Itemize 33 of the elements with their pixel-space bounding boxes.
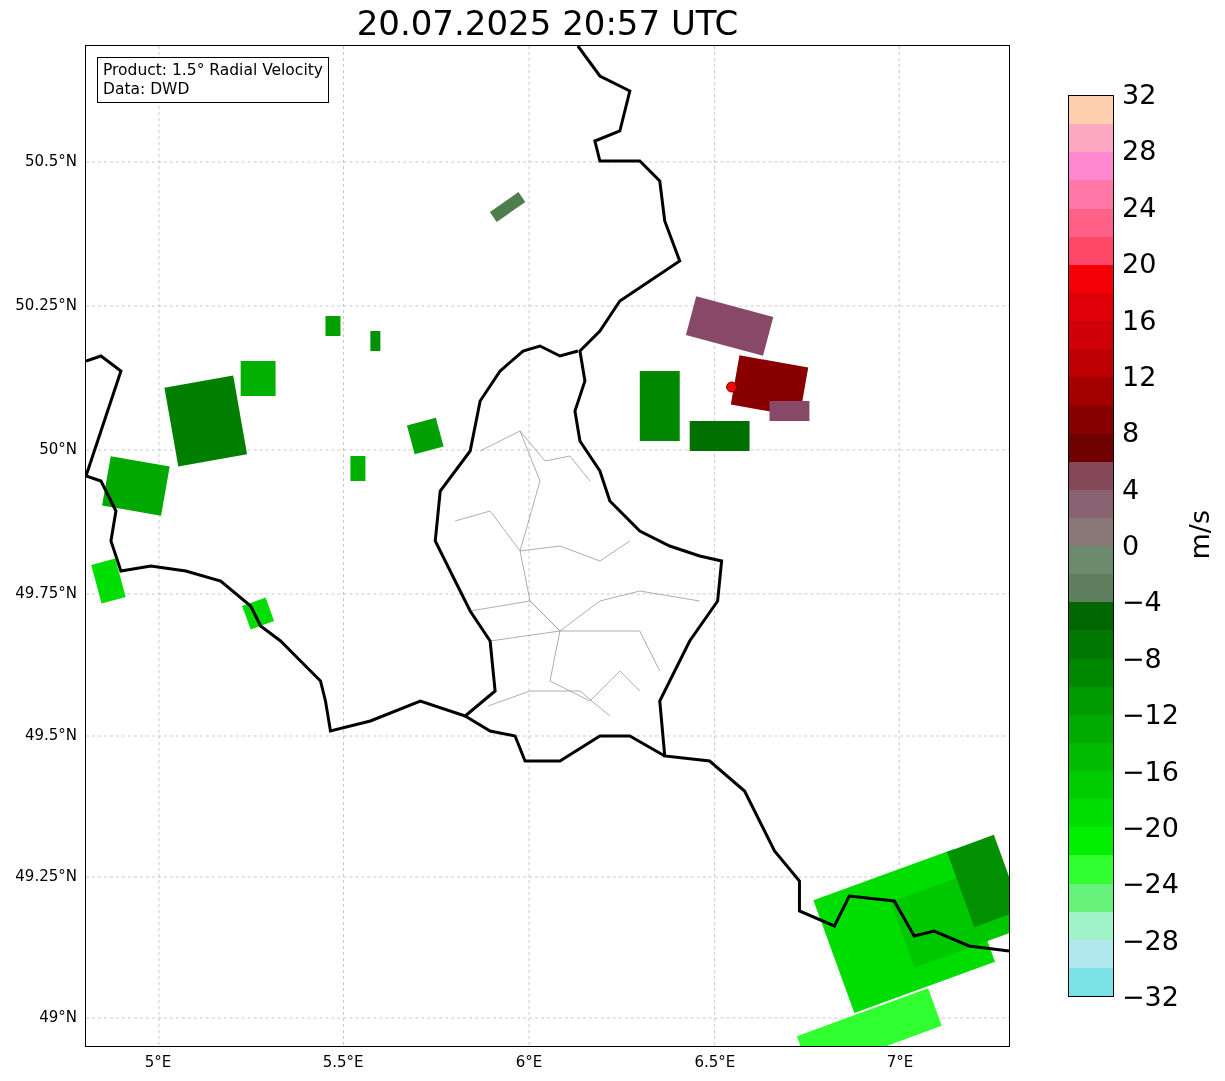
scale-label: −4 [1122, 587, 1162, 618]
scale-label: 16 [1122, 305, 1157, 336]
scale-label: −24 [1122, 869, 1179, 900]
scale-label: −12 [1122, 700, 1179, 731]
latitude-label: 49.5°N [24, 726, 77, 744]
scale-label: 0 [1122, 531, 1140, 561]
chart-title: 20.07.2025 20:57 UTC [356, 2, 739, 43]
scale-label: 12 [1122, 361, 1157, 392]
longitude-label: 6°E [515, 1053, 543, 1071]
latitude-label: 49.75°N [15, 584, 77, 602]
longitude-label: 6.5°E [694, 1053, 736, 1071]
scale-label: 24 [1122, 192, 1157, 223]
scale-label: 32 [1122, 80, 1157, 110]
latitude-label: 50.25°N [15, 296, 77, 314]
scale-label: 4 [1122, 474, 1140, 505]
latitude-label: 49.25°N [15, 867, 77, 885]
scale-label: −8 [1122, 643, 1162, 674]
scale-label: −16 [1122, 756, 1179, 787]
latitude-label: 50°N [39, 440, 77, 458]
latitude-label: 49°N [39, 1008, 77, 1026]
info-text: Data: DWD [103, 80, 191, 99]
info-text: Product: 1.5° Radial Velocity [103, 61, 323, 80]
scale-label: −28 [1122, 925, 1179, 956]
scale-label: −20 [1122, 812, 1179, 843]
scale-label: 8 [1122, 418, 1140, 449]
unit-label: m/s [1184, 510, 1215, 560]
scale-label: 28 [1122, 136, 1157, 167]
longitude-label: 7°E [886, 1053, 914, 1071]
longitude-label: 5.5°E [322, 1053, 364, 1071]
scale-label: 20 [1122, 249, 1157, 280]
longitude-label: 5°E [144, 1053, 172, 1071]
latitude-label: 50.5°N [24, 152, 77, 170]
scale-label: −32 [1122, 982, 1179, 1012]
